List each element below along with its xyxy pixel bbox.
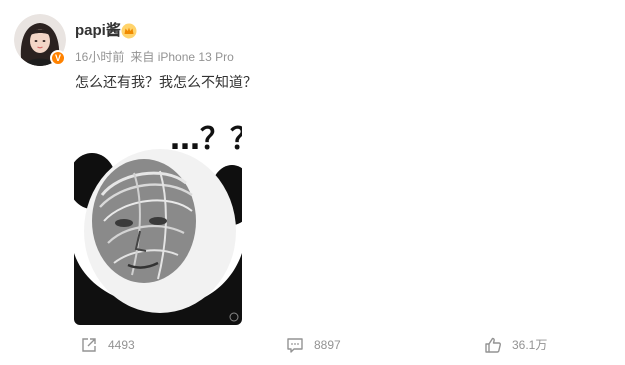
comment-icon <box>287 338 303 353</box>
crown-icon <box>121 23 137 39</box>
thumbs-up-icon <box>485 337 501 353</box>
comment-button[interactable]: 8897 <box>286 336 341 354</box>
meme-caption-text: …？？ <box>170 122 242 157</box>
post-source: 来自 iPhone 13 Pro <box>130 50 234 64</box>
post-text: 怎么还有我？我怎么不知道？ <box>75 74 257 90</box>
weibo-post: V papi酱 16小时前 来自 iPhone 13 Pro 怎么还有我？我怎么不… <box>0 0 625 365</box>
like-button[interactable]: 36.1万 <box>484 336 547 354</box>
comment-count: 8897 <box>314 338 341 352</box>
verified-v-icon: V <box>50 50 66 66</box>
share-count: 4493 <box>108 338 135 352</box>
author-name[interactable]: papi酱 <box>75 22 121 40</box>
panda-meme-image[interactable]: …？？ <box>74 103 242 325</box>
share-button[interactable]: 4493 <box>80 336 135 354</box>
author-avatar[interactable]: V <box>14 14 66 66</box>
like-count: 36.1万 <box>512 338 548 352</box>
post-time[interactable]: 16小时前 <box>75 50 124 64</box>
share-icon <box>82 338 96 352</box>
post-meta: 16小时前 来自 iPhone 13 Pro <box>75 50 234 64</box>
